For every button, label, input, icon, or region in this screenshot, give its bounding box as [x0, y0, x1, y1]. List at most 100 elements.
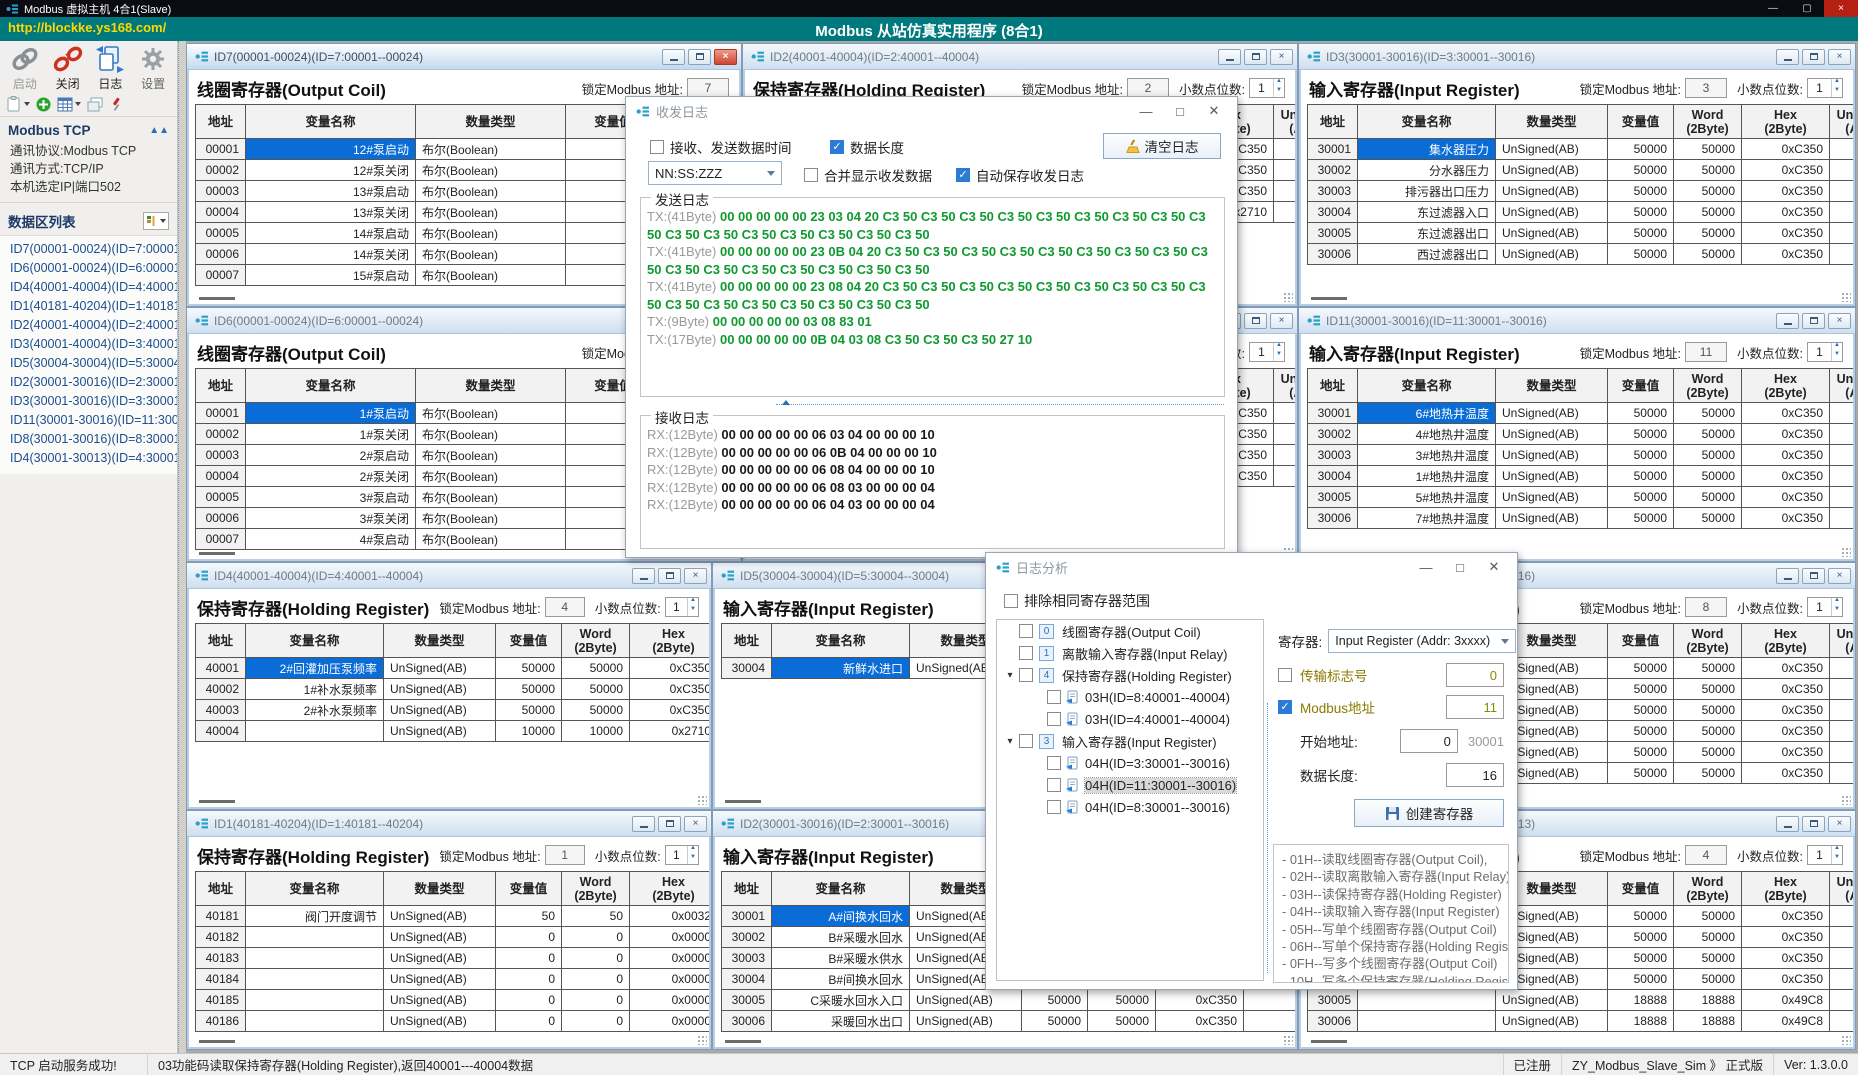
cell-address[interactable]: 30002 [722, 927, 772, 948]
cell-value[interactable]: UnSigned(AB) [1496, 202, 1608, 223]
spin-down-icon[interactable]: ▼ [688, 855, 698, 864]
cell-address[interactable]: 40185 [196, 990, 246, 1011]
data-list-item[interactable]: ID2(30001-30016)(ID=2:30001--30016) [0, 373, 177, 392]
os-maximize-button[interactable]: ▢ [1790, 0, 1824, 17]
collapse-icon[interactable]: ▲▲ [149, 125, 169, 136]
cell-name[interactable] [1358, 990, 1496, 1011]
cell-value[interactable]: 50000 [1674, 424, 1742, 445]
cell-value[interactable]: 0 [562, 1011, 630, 1032]
tree-item-checkbox[interactable] [1019, 646, 1033, 660]
cascade-icon[interactable] [87, 97, 103, 112]
decimal-places-stepper[interactable]: 1▲▼ [1249, 78, 1285, 98]
table-row[interactable]: 0000313#泵启动布尔(Boolean)False [196, 181, 661, 202]
create-register-button[interactable]: 创建寄存器 [1354, 799, 1504, 827]
tree-item[interactable]: 04H(ID=8:30001--30016) [997, 796, 1263, 818]
add-icon[interactable] [36, 97, 51, 112]
cell-value[interactable] [1830, 487, 1853, 508]
cell-address[interactable]: 30005 [1308, 990, 1358, 1011]
modbus-addr-value[interactable]: 3 [1685, 78, 1727, 98]
cell-value[interactable]: 50000 [1608, 244, 1674, 265]
data-list-item[interactable]: ID2(40001-40004)(ID=2:40001--40004) [0, 316, 177, 335]
cell-address[interactable]: 00003 [196, 445, 246, 466]
resize-grip[interactable] [1841, 547, 1851, 557]
window-titlebar[interactable]: ID11(30001-30016)(ID=11:30001--30016)× [1299, 308, 1855, 334]
cell-address[interactable]: 00003 [196, 181, 246, 202]
table-row[interactable]: 30006UnSigned(AB)18888188880x49C8 [1308, 1011, 1853, 1032]
cell-value[interactable] [1830, 969, 1853, 990]
cell-value[interactable]: 0xC350 [1742, 223, 1830, 244]
field-input[interactable]: 0 [1400, 729, 1458, 753]
cell-value[interactable]: 0xC350 [1742, 658, 1830, 679]
resize-grip[interactable] [1841, 795, 1851, 805]
cell-name[interactable]: 新鲜水进口 [772, 658, 910, 679]
minimize-button[interactable]: — [1409, 555, 1443, 579]
cell-value[interactable]: 50000 [1608, 424, 1674, 445]
table-row[interactable]: 30006西过滤器出口UnSigned(AB)50000500000xC350 [1308, 244, 1853, 265]
cell-value[interactable]: UnSigned(AB) [384, 679, 496, 700]
minimize-button[interactable] [1776, 313, 1799, 329]
close-icon[interactable]: × [684, 816, 707, 832]
cell-name[interactable]: 1#泵启动 [246, 403, 416, 424]
cell-value[interactable]: 0 [562, 990, 630, 1011]
cell-value[interactable]: 50000 [496, 700, 562, 721]
cell-address[interactable]: 40184 [196, 969, 246, 990]
time-format-select[interactable]: NN:SS:ZZZ [648, 161, 782, 185]
toolbar-start-button[interactable]: 启动 [4, 45, 46, 92]
data-list-item[interactable]: ID6(00001-00024)(ID=6:00001--00024) [0, 259, 177, 278]
cell-value[interactable]: UnSigned(AB) [1496, 990, 1608, 1011]
cell-value[interactable]: 50000 [1674, 700, 1742, 721]
cell-value[interactable]: 50000 [1608, 202, 1674, 223]
cell-value[interactable] [1274, 403, 1295, 424]
cell-address[interactable]: 00007 [196, 265, 246, 286]
cell-value[interactable]: 18888 [1674, 1011, 1742, 1032]
cell-value[interactable]: 布尔(Boolean) [416, 508, 566, 529]
table-row[interactable]: 0000514#泵启动布尔(Boolean)False [196, 223, 661, 244]
table-row[interactable]: 40184UnSigned(AB)000x0000 [196, 969, 709, 990]
cell-name[interactable] [246, 1011, 384, 1032]
cell-value[interactable]: UnSigned(AB) [910, 990, 1022, 1011]
cell-value[interactable]: 50000 [1608, 508, 1674, 529]
spin-down-icon[interactable]: ▼ [1274, 88, 1284, 97]
cell-name[interactable]: 7#地热井温度 [1358, 508, 1496, 529]
maximize-button[interactable] [1802, 816, 1825, 832]
cell-value[interactable]: 50000 [1674, 202, 1742, 223]
cell-value[interactable]: UnSigned(AB) [384, 990, 496, 1011]
maximize-button[interactable]: □ [1443, 555, 1477, 579]
log-dialog-titlebar[interactable]: 收发日志 — □ ✕ [626, 97, 1237, 125]
toolbar-log-button[interactable]: 日志 [90, 45, 132, 92]
table-row[interactable]: 300024#地热井温度UnSigned(AB)50000500000xC350 [1308, 424, 1853, 445]
resize-grip[interactable] [1841, 292, 1851, 302]
cell-name[interactable]: 2#泵启动 [246, 445, 416, 466]
cell-value[interactable]: 50000 [1608, 223, 1674, 244]
cell-value[interactable]: 0 [562, 927, 630, 948]
resize-grip[interactable] [1283, 292, 1293, 302]
table-row[interactable]: 300016#地热井温度UnSigned(AB)50000500000xC350 [1308, 403, 1853, 424]
table-row[interactable]: 30005C采暖水回水入口UnSigned(AB)50000500000xC35… [722, 990, 1295, 1011]
cell-value[interactable]: 50000 [1674, 763, 1742, 784]
cell-name[interactable]: 13#泵关闭 [246, 202, 416, 223]
maximize-button[interactable] [658, 568, 681, 584]
data-list-item[interactable]: ID3(30001-30016)(ID=3:30001--30016) [0, 392, 177, 411]
cell-value[interactable] [1830, 679, 1853, 700]
cell-value[interactable]: 50000 [1608, 466, 1674, 487]
cell-value[interactable]: 50000 [1608, 160, 1674, 181]
cell-value[interactable]: 50000 [1088, 990, 1156, 1011]
cell-name[interactable]: 3#泵关闭 [246, 508, 416, 529]
tree-item-checkbox[interactable] [1047, 800, 1061, 814]
cell-value[interactable]: UnSigned(AB) [384, 969, 496, 990]
cell-value[interactable]: 布尔(Boolean) [416, 223, 566, 244]
analysis-dialog-titlebar[interactable]: 日志分析 — □ ✕ [986, 553, 1517, 581]
table-row[interactable]: 40183UnSigned(AB)000x0000 [196, 948, 709, 969]
window-titlebar[interactable]: ID2(40001-40004)(ID=2:40001--40004)× [743, 44, 1297, 70]
cell-value[interactable]: UnSigned(AB) [1496, 139, 1608, 160]
table-row[interactable]: 000021#泵关闭布尔(Boolean)False [196, 424, 661, 445]
sidebar-splitter[interactable] [178, 41, 186, 1053]
table-row[interactable]: 40004UnSigned(AB)10000100000x2710 [196, 721, 709, 742]
cell-address[interactable]: 30002 [1308, 424, 1358, 445]
table-row[interactable]: 000032#泵启动布尔(Boolean)False [196, 445, 661, 466]
cell-address[interactable]: 00006 [196, 244, 246, 265]
spin-down-icon[interactable]: ▼ [1274, 352, 1284, 361]
resize-grip[interactable] [697, 1035, 707, 1045]
cell-value[interactable]: 0xC350 [1742, 906, 1830, 927]
cell-value[interactable]: 0x2710 [630, 721, 709, 742]
